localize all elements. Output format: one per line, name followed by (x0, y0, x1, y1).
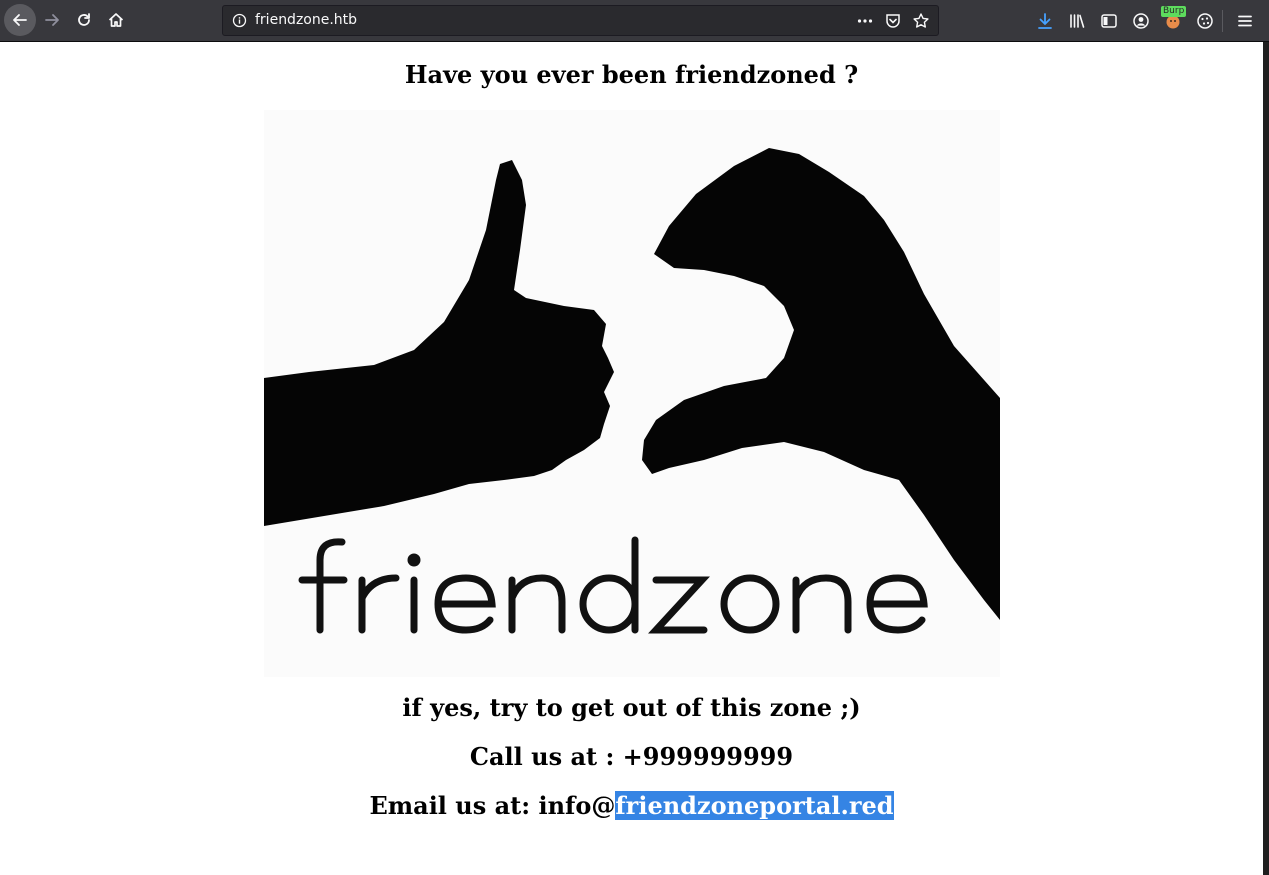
library-icon[interactable] (1067, 11, 1087, 31)
bookmark-star-icon[interactable] (912, 12, 930, 30)
reload-button[interactable] (69, 5, 99, 35)
forward-button[interactable] (37, 5, 67, 35)
page-actions (856, 12, 930, 30)
email-domain-selected[interactable]: friendzoneportal.red (615, 791, 894, 820)
email-prefix: Email us at: info@ (369, 791, 616, 820)
call-us-line: Call us at : +999999999 (469, 742, 794, 771)
browser-toolbar: friendzone.htb Burp (0, 0, 1269, 42)
email-us-line: Email us at: info@friendzoneportal.red (0, 791, 1263, 820)
window-edge (1263, 42, 1269, 875)
back-button[interactable] (4, 4, 36, 36)
friendzone-logo-image (264, 110, 1000, 677)
pocket-icon[interactable] (884, 12, 902, 30)
tagline: if yes, try to get out of this zone ;) (402, 693, 861, 722)
account-icon[interactable] (1131, 11, 1151, 31)
hands-silhouette-picture (264, 110, 1000, 677)
more-actions-icon[interactable] (856, 12, 874, 30)
burp-extension-icon[interactable]: Burp (1161, 6, 1187, 31)
site-info-icon[interactable] (232, 13, 247, 28)
toolbar-right-icons: Burp (1035, 6, 1227, 31)
hamburger-menu-icon[interactable] (1235, 11, 1255, 31)
burp-badge: Burp (1161, 6, 1187, 17)
arrow-right-icon (45, 14, 59, 26)
url-text[interactable]: friendzone.htb (255, 12, 357, 28)
home-button[interactable] (101, 5, 131, 35)
arrow-left-icon (13, 14, 27, 26)
address-bar[interactable]: friendzone.htb (222, 5, 939, 36)
reload-icon (78, 13, 90, 26)
sidebar-icon[interactable] (1099, 11, 1119, 31)
cookie-extension-icon[interactable] (1195, 11, 1215, 31)
page-content: Have you ever been friendzoned ? if yes,… (0, 42, 1263, 875)
downloads-icon[interactable] (1035, 11, 1055, 31)
home-icon (108, 13, 124, 27)
toolbar-separator (1222, 10, 1223, 32)
page-title: Have you ever been friendzoned ? (404, 60, 859, 89)
